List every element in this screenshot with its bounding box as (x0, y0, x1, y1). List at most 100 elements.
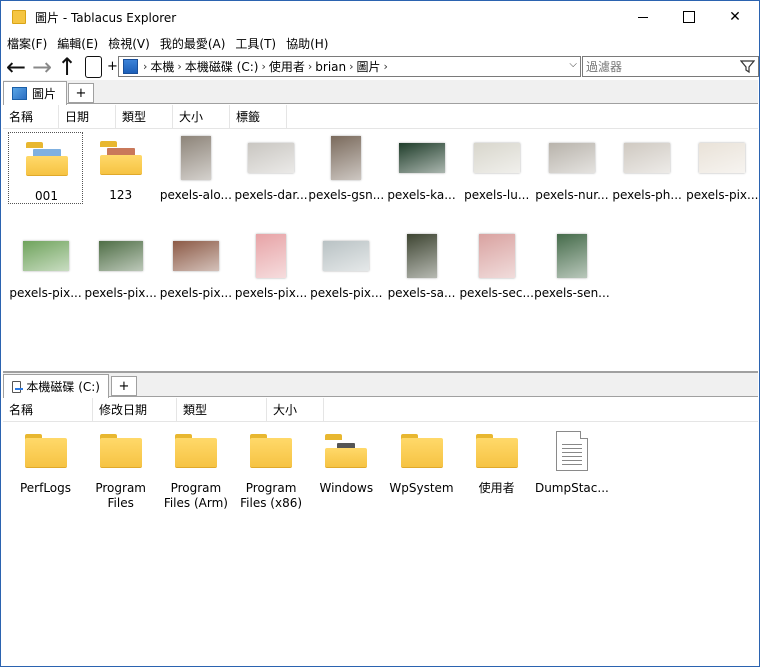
file-item[interactable]: DumpStac... (534, 425, 609, 511)
back-button[interactable]: ← (3, 54, 29, 79)
breadcrumb-separator[interactable]: › (384, 60, 388, 73)
image-thumbnail-icon (180, 136, 211, 180)
image-item[interactable]: pexels-pix... (234, 230, 309, 302)
column-name[interactable]: 名稱 (3, 105, 59, 129)
windows-folder-icon (325, 434, 368, 468)
folder-item[interactable]: Program Files (83, 425, 158, 511)
image-item[interactable]: pexels-sa... (384, 230, 459, 302)
folder-item[interactable]: Program Files (Arm) (158, 425, 233, 511)
item-label: pexels-pix... (159, 286, 233, 300)
toolbar: ← → ↑ + › 本機 › 本機磁碟 (C:) › 使用者 › brian ›… (1, 54, 759, 79)
folder-item[interactable]: PerfLogs (8, 425, 83, 511)
item-label: WpSystem (389, 481, 454, 495)
column-type[interactable]: 類型 (116, 105, 173, 129)
item-label: pexels-sa... (387, 286, 456, 300)
breadcrumb-users[interactable]: 使用者 (269, 58, 305, 75)
image-thumbnail-icon (398, 143, 445, 173)
column-type[interactable]: 類型 (177, 398, 267, 422)
close-button[interactable]: ✕ (712, 1, 758, 33)
image-item[interactable]: pexels-alo... (158, 132, 233, 204)
image-item[interactable]: pexels-ph... (610, 132, 685, 204)
add-button[interactable]: + (107, 59, 118, 74)
minimize-button[interactable] (620, 1, 666, 33)
image-item[interactable]: pexels-sen... (534, 230, 610, 302)
window-title: 圖片 - Tablacus Explorer (35, 11, 177, 25)
menu-help[interactable]: 協助(H) (286, 35, 328, 52)
add-tab-button[interactable]: + (111, 376, 137, 396)
breadcrumb-separator[interactable]: › (177, 60, 181, 73)
menu-edit[interactable]: 編輯(E) (57, 35, 98, 52)
breadcrumb-this-pc[interactable]: 本機 (150, 58, 174, 75)
image-thumbnail-icon (478, 234, 515, 278)
image-item[interactable]: pexels-pix... (685, 132, 760, 204)
item-label: 使用者 (478, 481, 515, 495)
new-document-button[interactable] (81, 54, 105, 79)
tab-local-disk[interactable]: 本機磁碟 (C:) (3, 374, 109, 398)
file-icon (555, 431, 588, 471)
menu-bar: 檔案(F) 編輯(E) 檢視(V) 我的最愛(A) 工具(T) 協助(H) (1, 33, 759, 54)
image-item[interactable]: pexels-lu... (459, 132, 534, 204)
column-modified[interactable]: 修改日期 (93, 398, 177, 422)
column-header: 名稱 修改日期 類型 大小 (3, 398, 758, 422)
image-item[interactable]: pexels-gsn... (308, 132, 385, 204)
folder-item[interactable]: 001 (8, 132, 83, 204)
menu-view[interactable]: 檢視(V) (108, 35, 150, 52)
folder-icon (250, 434, 293, 468)
item-label: pexels-ph... (612, 188, 682, 202)
breadcrumb-separator[interactable]: › (143, 60, 147, 73)
column-name[interactable]: 名稱 (3, 398, 93, 422)
folder-item[interactable]: 使用者 (459, 425, 534, 511)
pictures-location-icon (123, 59, 138, 74)
image-item[interactable]: pexels-ka... (384, 132, 459, 204)
image-thumbnail-icon (624, 143, 671, 173)
filter-input[interactable] (583, 57, 733, 76)
breadcrumb-brian[interactable]: brian (315, 60, 346, 74)
item-label: Program Files (Arm) (163, 481, 228, 510)
breadcrumb-separator[interactable]: › (261, 60, 265, 73)
image-item[interactable]: pexels-pix... (8, 230, 83, 302)
folder-item[interactable]: WpSystem (384, 425, 459, 511)
address-bar[interactable]: › 本機 › 本機磁碟 (C:) › 使用者 › brian › 圖片 › ⌵ (118, 56, 581, 77)
menu-tools[interactable]: 工具(T) (235, 35, 276, 52)
image-thumbnail-icon (256, 234, 287, 278)
title-bar: 圖片 - Tablacus Explorer ✕ (1, 1, 759, 33)
tab-pictures[interactable]: 圖片 (3, 81, 67, 105)
image-item[interactable]: pexels-dar... (234, 132, 309, 204)
item-label: pexels-gsn... (308, 188, 385, 202)
app-window: 圖片 - Tablacus Explorer ✕ 檔案(F) 編輯(E) 檢視(… (0, 0, 760, 667)
add-tab-button[interactable]: + (68, 83, 94, 103)
item-label: pexels-pix... (686, 188, 759, 202)
folder-item[interactable]: Program Files (x86) (234, 425, 309, 511)
up-button[interactable]: ↑ (55, 54, 79, 79)
column-date[interactable]: 日期 (59, 105, 116, 129)
tab-label: 本機磁碟 (C:) (26, 380, 100, 394)
image-item[interactable]: pexels-pix... (158, 230, 233, 302)
forward-button[interactable]: → (29, 54, 55, 79)
column-size[interactable]: 大小 (267, 398, 324, 422)
document-icon (84, 55, 102, 78)
image-item[interactable]: pexels-pix... (309, 230, 384, 302)
column-size[interactable]: 大小 (173, 105, 230, 129)
image-thumbnail-icon (406, 234, 437, 278)
image-item[interactable]: pexels-pix... (83, 230, 158, 302)
breadcrumb-local-disk[interactable]: 本機磁碟 (C:) (185, 58, 259, 75)
folder-item[interactable]: Windows (309, 425, 384, 511)
app-icon (12, 10, 26, 24)
image-thumbnail-icon (548, 143, 595, 173)
folder-icon (400, 434, 443, 468)
maximize-button[interactable] (666, 1, 712, 33)
item-label: pexels-pix... (9, 286, 82, 300)
breadcrumb-pictures[interactable]: 圖片 (357, 58, 381, 75)
item-label: 001 (35, 189, 58, 203)
address-dropdown-icon[interactable]: ⌵ (569, 59, 577, 70)
image-item[interactable]: pexels-sec... (459, 230, 534, 302)
filter-icon[interactable] (740, 59, 755, 74)
image-item[interactable]: pexels-nur... (534, 132, 609, 204)
item-label: 123 (109, 188, 133, 202)
column-tags[interactable]: 標籤 (230, 105, 287, 129)
menu-favorites[interactable]: 我的最愛(A) (160, 35, 226, 52)
menu-file[interactable]: 檔案(F) (7, 35, 47, 52)
folder-item[interactable]: 123 (83, 132, 158, 204)
breadcrumb-separator[interactable]: › (349, 60, 353, 73)
breadcrumb-separator[interactable]: › (308, 60, 312, 73)
